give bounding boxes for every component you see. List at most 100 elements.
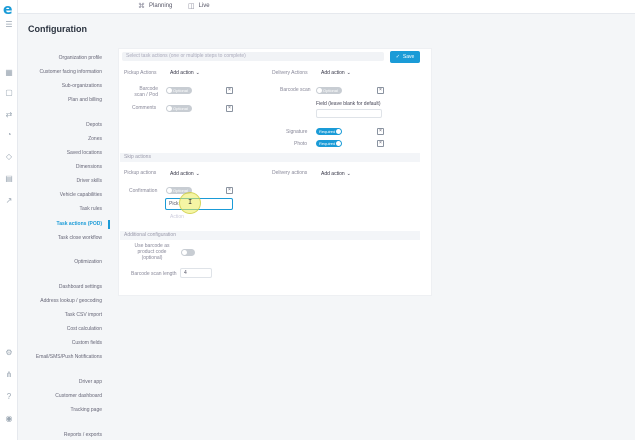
sidebar-item-dimensions[interactable]: Dimensions [76, 164, 102, 170]
live-tab[interactable]: ◫ Live [188, 2, 210, 10]
planning-label: Planning [149, 3, 173, 9]
sidebar-item-task-actions[interactable]: Task actions (POD) [57, 221, 102, 227]
live-icon: ◫ [188, 3, 195, 10]
barcode-length-input[interactable]: 4 [180, 268, 212, 278]
menu-icon[interactable]: ☰ [4, 20, 14, 29]
sidebar-active-indicator [108, 220, 110, 229]
save-button[interactable]: ✓ Save [390, 51, 420, 63]
network-icon[interactable]: ⋔ [4, 370, 14, 379]
delivery-signature-label: Signature [286, 129, 308, 135]
settings-sidebar: Organization profile Customer facing inf… [18, 46, 110, 440]
pickup-barcode-remove-icon[interactable]: × [226, 87, 233, 94]
confirmation-remove-icon[interactable]: × [226, 187, 233, 194]
pickup-comments-toggle[interactable]: Optional [166, 105, 192, 112]
skip-pickup-add-action-dropdown[interactable]: Add action ⌄ [170, 171, 200, 177]
planning-icon: ⌘ [138, 3, 145, 10]
use-barcode-label: Use barcode as product code (optional) [134, 243, 170, 261]
sidebar-item-address-lookup[interactable]: Address lookup / geocoding [40, 298, 102, 304]
delivery-barcode-remove-icon[interactable]: × [377, 87, 384, 94]
sidebar-item-depots[interactable]: Depots [86, 122, 102, 128]
save-label: Save [402, 54, 415, 60]
toggle-state: Optional [323, 88, 338, 93]
chevron-down-icon: ⌄ [346, 171, 351, 177]
left-rail: e ☰ ▦ ▢ ⇄ ◔ ◇ ▤ ↗ ⚙ ⋔ ? ◉ [0, 0, 18, 440]
pickup-add-action-dropdown[interactable]: Add action ⌄ [170, 70, 200, 76]
sidebar-item-zones[interactable]: Zones [88, 136, 102, 142]
sidebar-item-customer-dashboard[interactable]: Customer dashboard [55, 393, 102, 399]
sidebar-item-reports-exports[interactable]: Reports / exports [64, 432, 102, 438]
sidebar-item-dashboard-settings[interactable]: Dashboard settings [59, 284, 102, 290]
toggle-state: Optional [173, 88, 188, 93]
delivery-barcode-toggle[interactable]: Optional [316, 87, 342, 94]
sidebar-item-notifications[interactable]: Email/SMS/Push Notifications [36, 354, 102, 360]
pickup-barcode-toggle[interactable]: Optional [166, 87, 192, 94]
chevron-down-icon: ⌄ [346, 70, 351, 76]
delivery-signature-toggle[interactable]: Required [316, 128, 342, 135]
sidebar-item-sub-organizations[interactable]: Sub-organizations [62, 83, 102, 89]
sidebar-item-task-close-workflow[interactable]: Task close workflow [58, 235, 102, 241]
sidebar-item-plan-billing[interactable]: Plan and billing [68, 97, 102, 103]
pickup-actions-label: Pickup Actions [124, 70, 157, 76]
sidebar-item-tracking-page[interactable]: Tracking page [71, 407, 103, 413]
help-icon[interactable]: ? [4, 392, 14, 401]
delivery-actions-label: Delivery Actions [272, 70, 308, 76]
check-icon: ✓ [395, 54, 400, 60]
account-icon[interactable]: ◉ [4, 414, 14, 423]
chart-icon[interactable]: ↗ [4, 196, 14, 205]
skip-pickup-label: Pickup actions [124, 170, 157, 176]
delivery-photo-toggle[interactable]: Required [316, 140, 342, 147]
box-icon[interactable]: ▢ [4, 88, 14, 97]
sidebar-item-task-csv-import[interactable]: Task CSV import [65, 312, 102, 318]
sidebar-item-custom-fields[interactable]: Custom fields [72, 340, 102, 346]
sidebar-item-driver-skills[interactable]: Driver skills [76, 178, 102, 184]
sidebar-item-saved-locations[interactable]: Saved locations [67, 150, 102, 156]
confirmation-hint: Action [170, 214, 184, 220]
planning-tab[interactable]: ⌘ Planning [138, 2, 172, 10]
grid-icon[interactable]: ▦ [4, 68, 14, 77]
toggle-state: Optional [173, 106, 188, 111]
users-icon[interactable]: ◔ [4, 130, 14, 139]
sidebar-item-task-rules[interactable]: Task rules [79, 206, 102, 212]
sidebar-item-organization-profile[interactable]: Organization profile [59, 55, 102, 61]
sidebar-item-cost-calculation[interactable]: Cost calculation [67, 326, 102, 332]
skip-actions-section: Skip actions [120, 153, 420, 162]
additional-config-section: Additional configuration [120, 231, 420, 240]
skip-delivery-add-action-dropdown[interactable]: Add action ⌄ [321, 171, 351, 177]
add-action-label: Add action [321, 171, 345, 177]
use-barcode-toggle[interactable] [181, 249, 195, 256]
page-title: Configuration [28, 24, 87, 34]
sidebar-item-vehicle-capabilities[interactable]: Vehicle capabilities [60, 192, 102, 198]
delivery-field-input[interactable] [316, 109, 382, 118]
confirmation-label: Confirmation [129, 188, 158, 194]
route-icon[interactable]: ⇄ [4, 110, 14, 119]
sidebar-item-optimization[interactable]: Optimization [74, 259, 102, 265]
delivery-photo-label: Photo [294, 141, 308, 147]
top-bar: ⌘ Planning ◫ Live [18, 0, 635, 14]
pickup-barcode-label: Barcode scan / Pod [134, 86, 158, 98]
delivery-photo-remove-icon[interactable]: × [377, 140, 384, 147]
barcode-length-label: Barcode scan length [131, 271, 177, 277]
live-label: Live [198, 3, 210, 9]
skip-delivery-label: Delivery actions [272, 170, 308, 176]
add-action-label: Add action [321, 70, 345, 76]
chevron-down-icon: ⌄ [195, 70, 200, 76]
sidebar-item-customer-facing[interactable]: Customer facing information [39, 69, 102, 75]
add-action-label: Add action [170, 70, 194, 76]
settings-icon[interactable]: ⚙ [4, 348, 14, 357]
pickup-comments-label: Comments [132, 105, 157, 111]
tag-icon[interactable]: ◇ [4, 152, 14, 161]
app-logo[interactable]: e [3, 2, 13, 18]
text-cursor-icon: I [188, 198, 193, 206]
toggle-state: Required [319, 129, 336, 134]
delivery-add-action-dropdown[interactable]: Add action ⌄ [321, 70, 351, 76]
pickup-comments-remove-icon[interactable]: × [226, 105, 233, 112]
delivery-signature-remove-icon[interactable]: × [377, 128, 384, 135]
delivery-barcode-label: Barcode scan [280, 87, 311, 93]
toggle-state: Required [319, 141, 336, 146]
delivery-field-label: Field (leave blank for default) [316, 101, 381, 107]
task-actions-search-input[interactable]: Select task actions (one or multiple ste… [122, 52, 384, 61]
chevron-down-icon: ⌄ [195, 171, 200, 177]
add-action-label: Add action [170, 171, 194, 177]
report-icon[interactable]: ▤ [4, 174, 14, 183]
sidebar-item-driver-app[interactable]: Driver app [79, 379, 102, 385]
